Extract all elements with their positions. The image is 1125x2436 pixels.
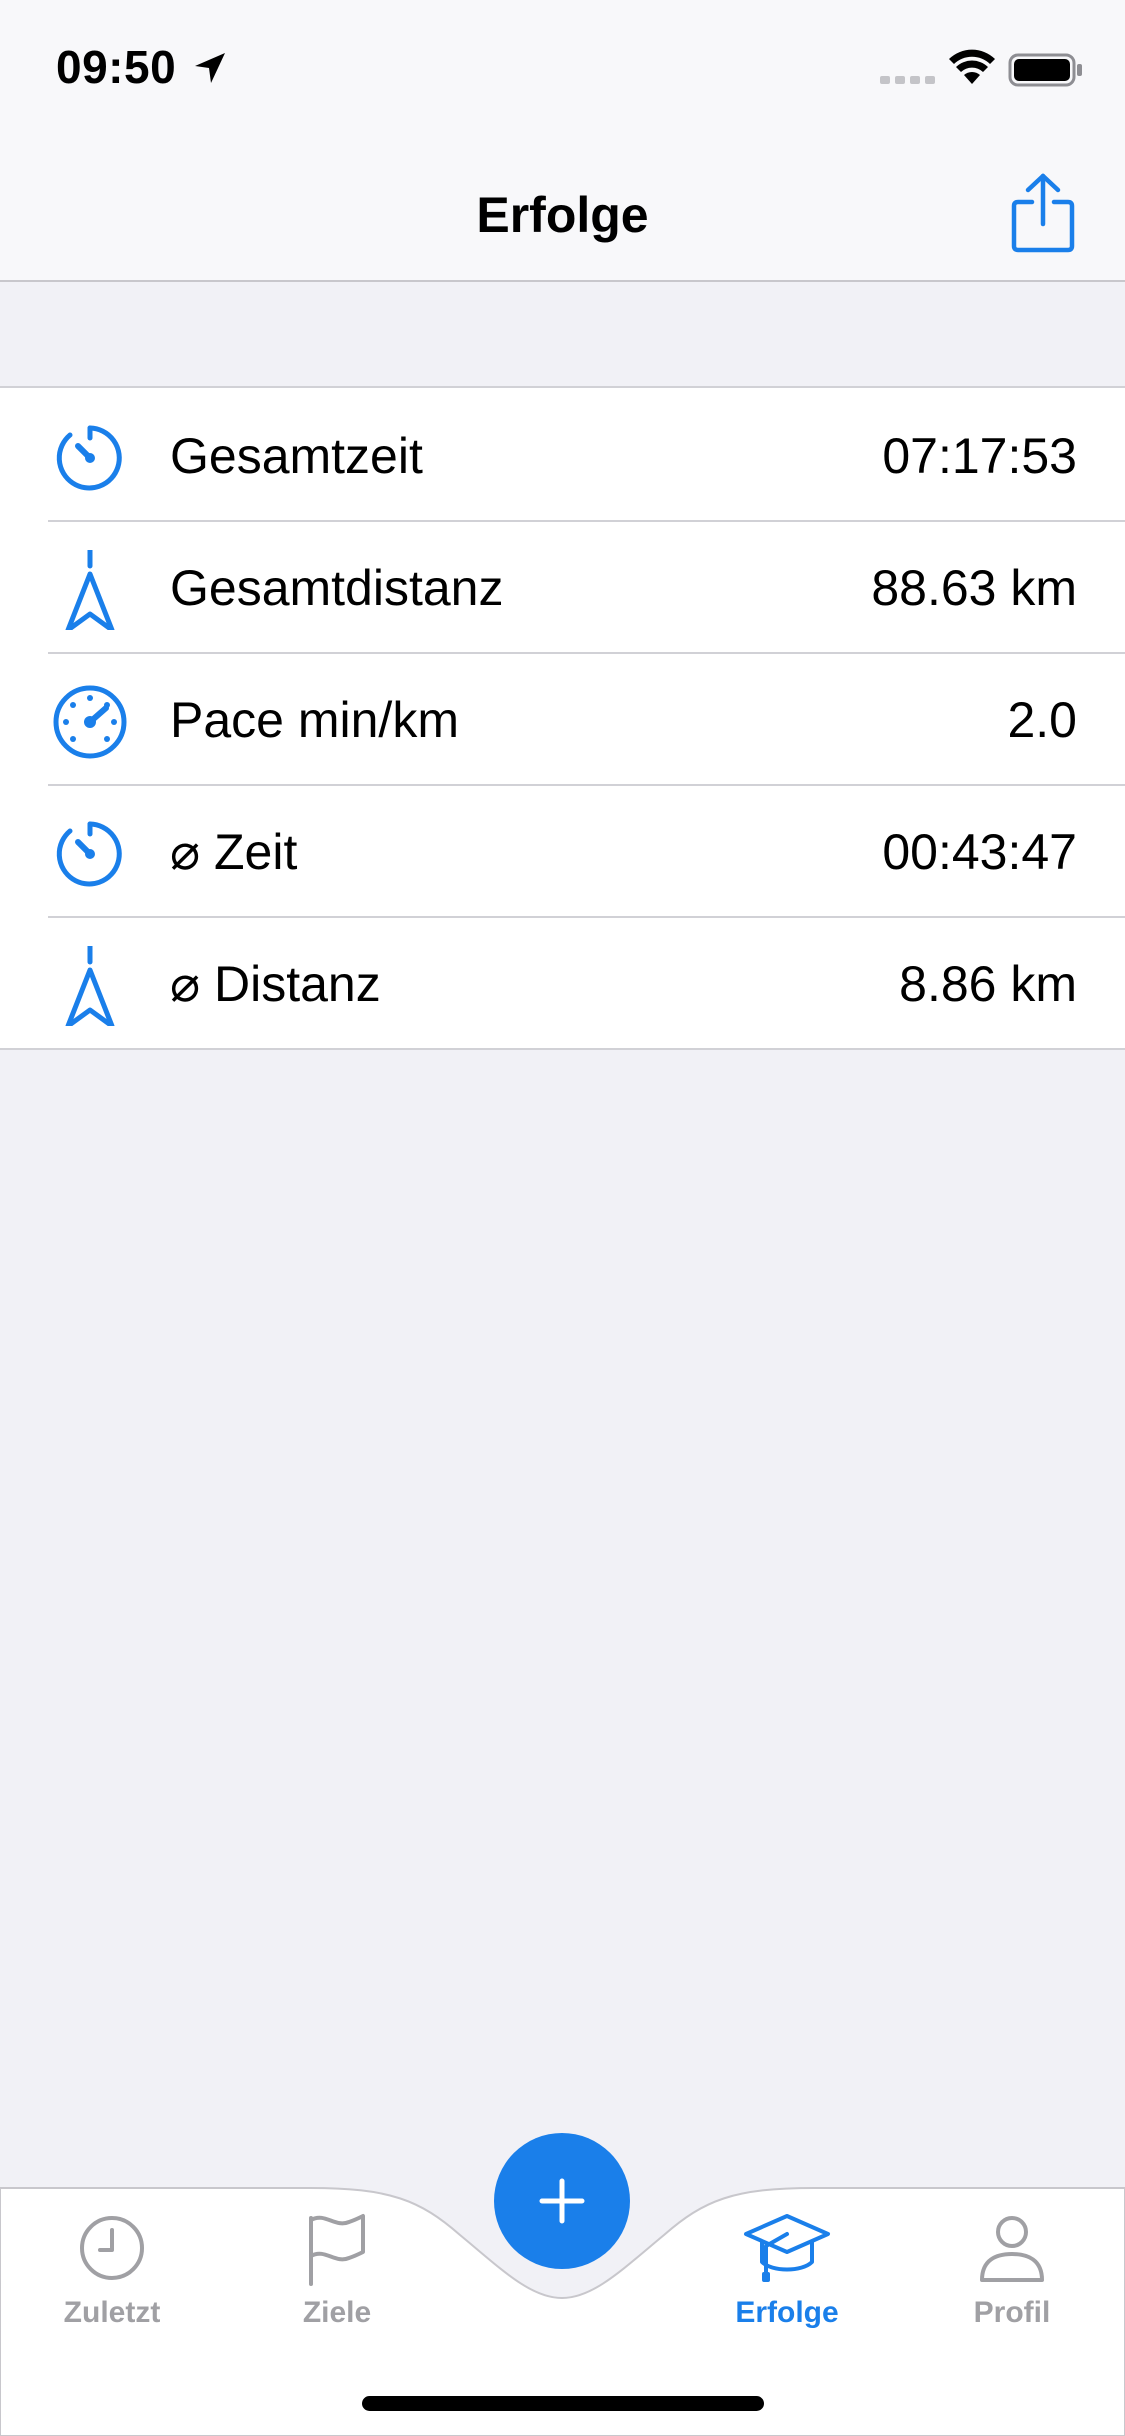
stat-label: ⌀ Distanz (170, 956, 381, 1012)
tab-erfolge[interactable]: Erfolge (707, 2210, 867, 2340)
stats-list: Gesamtzeit 07:17:53 Gesamtdistanz 88.63 … (0, 386, 1125, 1050)
graduation-cap-icon (744, 2214, 830, 2282)
page-title: Erfolge (476, 187, 649, 243)
tab-profil[interactable]: Profil (932, 2210, 1092, 2340)
location-arrow-icon (195, 53, 225, 83)
stat-row-average-time: ⌀ Zeit 00:43:47 (0, 784, 1125, 916)
tab-label: Profil (973, 2296, 1051, 2329)
screen: 09:50 Erfolge Gesamtzeit 07:17:53 Gesamt… (0, 0, 1125, 2436)
tab-zuletzt[interactable]: Zuletzt (32, 2210, 192, 2340)
navigation-bar: Erfolge (0, 132, 1125, 282)
person-icon (980, 2216, 1044, 2282)
stat-row-total-time: Gesamtzeit 07:17:53 (0, 388, 1125, 520)
stat-label: Gesamtzeit (170, 428, 423, 484)
tab-label: Zuletzt (63, 2296, 161, 2329)
stat-label: ⌀ Zeit (170, 824, 298, 880)
status-bar: 09:50 (0, 0, 1125, 132)
tab-label: Erfolge (735, 2296, 839, 2329)
stat-value: 07:17:53 (882, 428, 1077, 484)
status-time: 09:50 (56, 41, 177, 93)
stat-value: 8.86 km (899, 956, 1077, 1012)
plus-icon (539, 2178, 585, 2224)
tab-ziele[interactable]: Ziele (257, 2210, 417, 2340)
speedometer-icon (53, 685, 127, 759)
stat-label: Gesamtdistanz (170, 560, 504, 616)
navigation-arrow-icon (65, 946, 115, 1026)
stat-row-pace: Pace min/km 2.0 (0, 652, 1125, 784)
tab-label: Ziele (302, 2296, 372, 2329)
home-indicator[interactable] (362, 2396, 764, 2411)
stat-value: 88.63 km (871, 560, 1077, 616)
stat-row-average-distance: ⌀ Distanz 8.86 km (0, 916, 1125, 1048)
clock-icon (80, 2216, 144, 2280)
stat-value: 2.0 (1007, 692, 1077, 748)
cellular-signal-icon (880, 76, 935, 84)
stat-row-total-distance: Gesamtdistanz 88.63 km (0, 520, 1125, 652)
stopwatch-icon (56, 821, 122, 887)
stopwatch-icon (56, 425, 122, 491)
add-button[interactable] (494, 2133, 630, 2269)
flag-icon (309, 2214, 365, 2286)
stat-value: 00:43:47 (882, 824, 1077, 880)
share-icon[interactable] (1008, 172, 1078, 254)
stat-label: Pace min/km (170, 692, 459, 748)
battery-icon (1008, 53, 1082, 87)
wifi-icon (949, 49, 995, 84)
navigation-arrow-icon (65, 550, 115, 630)
